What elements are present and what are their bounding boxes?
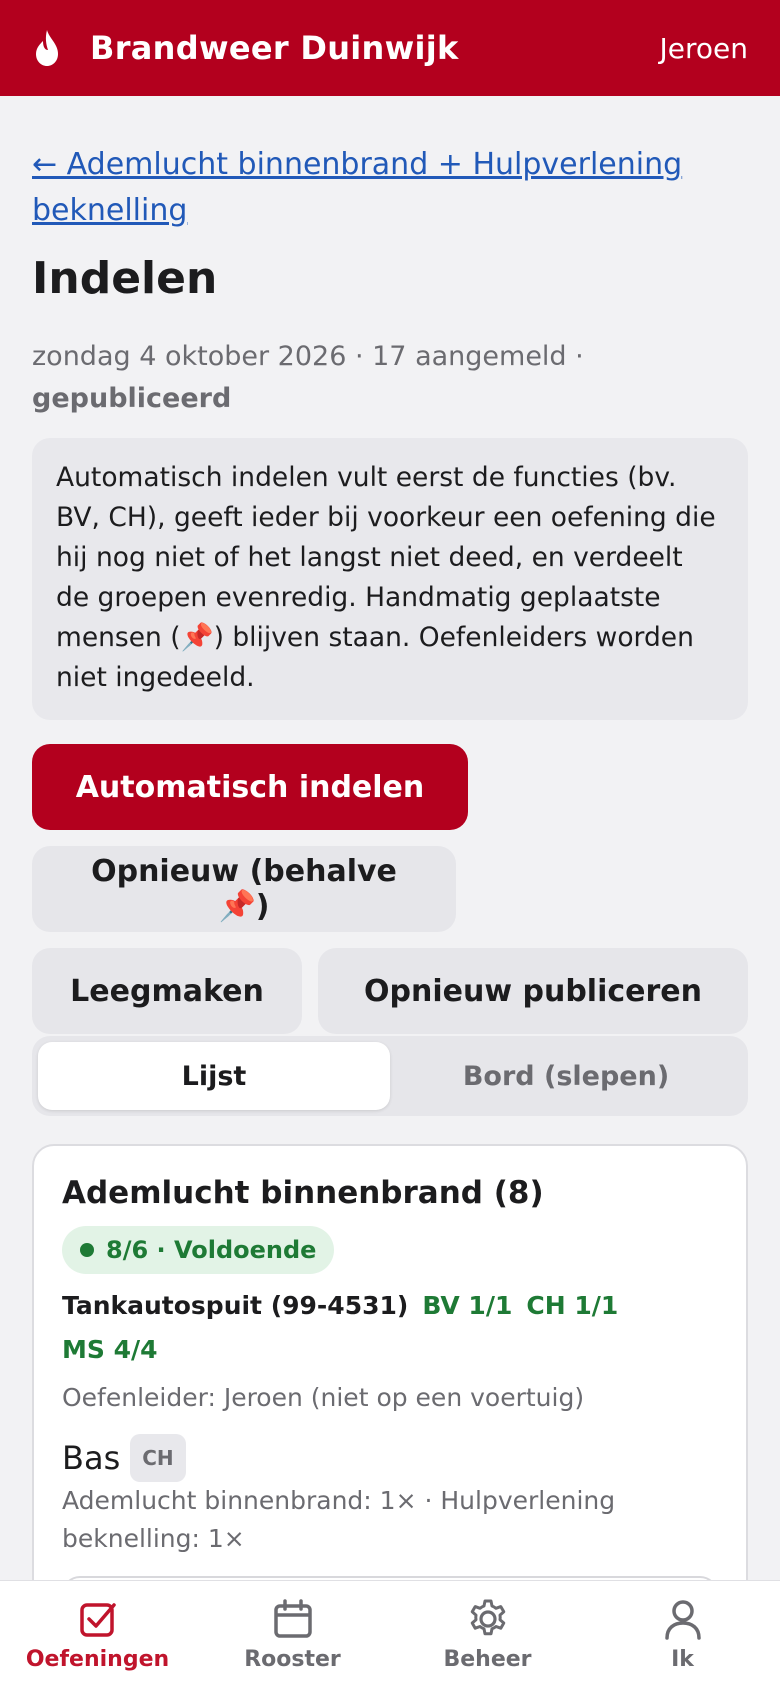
republish-button[interactable]: Opnieuw publiceren	[318, 948, 748, 1034]
info-box: Automatisch indelen vult eerst de functi…	[32, 438, 748, 720]
checkbox-icon	[79, 1603, 116, 1637]
role-count-ch: CH 1/1	[526, 1291, 619, 1320]
role-count-ms: MS 4/4	[62, 1335, 158, 1364]
tab-oefeningen-label: Oefeningen	[25, 1647, 170, 1672]
tab-ik-label: Ik	[671, 1647, 694, 1672]
redo-except-pinned-button[interactable]: Opnieuw (behalve 📌)	[32, 846, 456, 932]
role-count-bv: BV 1/1	[422, 1291, 513, 1320]
app-brand: Brandweer Duinwijk	[90, 29, 459, 67]
vehicle-line: Tankautospuit (99-4531) BV 1/1 CH 1/1 MS 4/…	[62, 1284, 718, 1372]
tab-rooster[interactable]: Rooster	[195, 1581, 390, 1688]
group-title: Ademlucht binnenbrand (8)	[62, 1175, 544, 1211]
status-dot-icon	[80, 1243, 94, 1257]
vehicle-name: Tankautospuit (99-4531)	[62, 1291, 409, 1320]
role-badge: CH	[130, 1434, 186, 1482]
main-content: ← Ademlucht binnenbrand + Hulpverlening …	[32, 96, 748, 1664]
top-bar: Brandweer Duinwijk Jeroen	[0, 0, 780, 96]
event-meta: zondag 4 oktober 2026 · 17 aangemeld · g…	[32, 336, 748, 420]
view-toggle-list[interactable]: Lijst	[38, 1042, 390, 1110]
gear-icon	[470, 1599, 505, 1636]
person-icon	[664, 1600, 701, 1640]
publish-status: gepubliceerd	[32, 383, 232, 414]
view-toggle: Lijst Bord (slepen)	[32, 1036, 748, 1116]
oefenleider-note: Oefenleider: Jeroen (niet op een voertui…	[62, 1383, 585, 1412]
event-meta-text: zondag 4 oktober 2026 · 17 aangemeld ·	[32, 341, 584, 372]
status-badge-label: 8/6 · Voldoende	[106, 1236, 317, 1264]
calendar-icon	[273, 1599, 312, 1638]
person-name: Bas	[62, 1439, 121, 1477]
person-history: Ademlucht binnenbrand: 1× · Hulpverlenin…	[62, 1486, 616, 1553]
clear-button[interactable]: Leegmaken	[32, 948, 302, 1034]
back-link[interactable]: ← Ademlucht binnenbrand + Hulpverlening …	[32, 142, 748, 234]
view-toggle-board[interactable]: Bord (slepen)	[390, 1042, 742, 1110]
tab-beheer[interactable]: Beheer	[390, 1581, 585, 1688]
person-row: Bas CH	[62, 1434, 718, 1482]
tab-rooster-label: Rooster	[244, 1647, 341, 1672]
status-badge: 8/6 · Voldoende	[62, 1226, 335, 1274]
page-title: Indelen	[32, 253, 218, 304]
tab-oefeningen[interactable]: Oefeningen	[0, 1581, 195, 1688]
flame-logo-icon	[32, 28, 76, 68]
bottom-nav: Oefeningen Rooster Beheer Ik	[0, 1580, 780, 1688]
user-name[interactable]: Jeroen	[660, 32, 748, 65]
auto-assign-button[interactable]: Automatisch indelen	[32, 744, 468, 830]
tab-beheer-label: Beheer	[443, 1647, 532, 1672]
tab-ik[interactable]: Ik	[585, 1581, 780, 1688]
